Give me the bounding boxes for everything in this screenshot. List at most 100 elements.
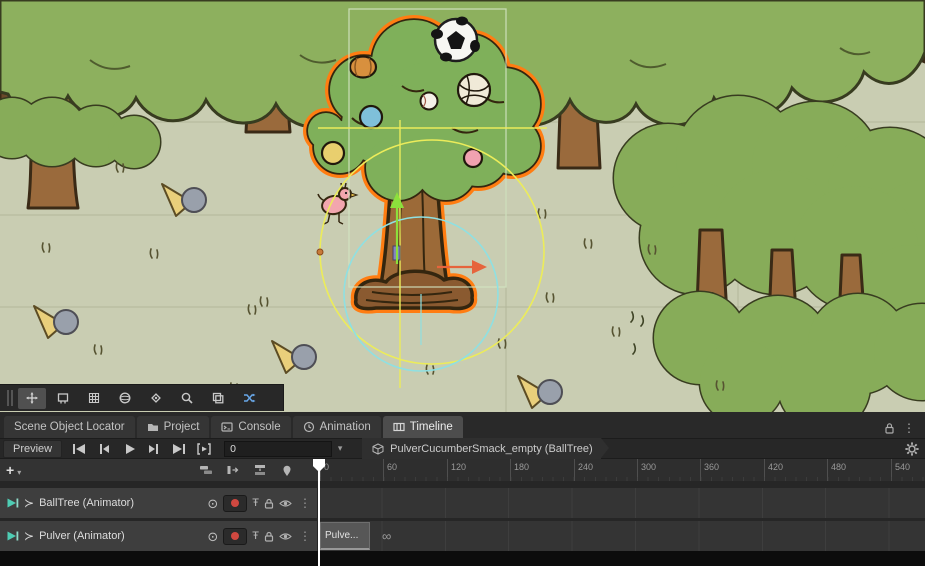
- preview-toggle-button[interactable]: Preview: [3, 440, 62, 458]
- move-tool-button[interactable]: [18, 388, 46, 409]
- orbit-tool-button[interactable]: [111, 388, 139, 409]
- stage-tool-button[interactable]: [49, 388, 77, 409]
- zoom-tool-button[interactable]: [173, 388, 201, 409]
- mix-mode-icon: [199, 464, 213, 476]
- gear-icon[interactable]: [905, 442, 919, 456]
- go-to-start-button[interactable]: [67, 440, 91, 457]
- baseball[interactable]: [421, 93, 438, 110]
- grid-tool-icon: [87, 391, 101, 405]
- object-picker-icon[interactable]: ⊙: [207, 530, 218, 543]
- track-menu-icon[interactable]: ⋮: [297, 530, 313, 542]
- orbit-tool-icon: [118, 391, 132, 405]
- add-track-caret-icon: ▾: [17, 468, 21, 477]
- previous-frame-button[interactable]: [92, 440, 116, 457]
- marker-pin-icon: [281, 464, 293, 477]
- track-header-pulver[interactable]: ≻ Pulver (Animator) ⊙ Ŧ ⋮: [0, 521, 318, 551]
- play-icon: [121, 443, 137, 455]
- animation-track-icon: [6, 497, 19, 509]
- ripple-mode-icon: [226, 464, 240, 476]
- clip-label: Pulve...: [325, 530, 358, 541]
- tab-scene-object-locator[interactable]: Scene Object Locator: [4, 416, 135, 438]
- layers-tool-button[interactable]: [204, 388, 232, 409]
- replace-mode-icon: [253, 464, 267, 476]
- track-row-balltree: ≻ BallTree (Animator) ⊙ Ŧ ⋮: [0, 488, 925, 518]
- object-picker-icon[interactable]: ⊙: [207, 497, 218, 510]
- layers-icon: [211, 391, 225, 405]
- record-button[interactable]: [223, 528, 247, 545]
- play-range-button[interactable]: [192, 440, 216, 457]
- track-offset-icon[interactable]: Ŧ: [252, 531, 259, 542]
- track-row-pulver: ≻ Pulver (Animator) ⊙ Ŧ ⋮ Pulve...: [0, 521, 925, 551]
- tab-timeline[interactable]: Timeline: [383, 416, 463, 438]
- tab-project[interactable]: Project: [137, 416, 210, 438]
- step-forward-icon: [146, 443, 162, 455]
- markers-toggle-button[interactable]: [278, 462, 296, 478]
- avatar-icon: ≻: [24, 530, 34, 542]
- replace-mode-button[interactable]: [251, 462, 269, 478]
- next-frame-button[interactable]: [142, 440, 166, 457]
- loop-infinity-icon: ∞: [382, 529, 391, 544]
- record-dot-icon: [231, 532, 239, 540]
- lock-icon[interactable]: [264, 531, 274, 542]
- skip-start-icon: [71, 443, 87, 455]
- scene-toolbar: [0, 384, 284, 411]
- animation-clip[interactable]: Pulve...: [320, 522, 370, 550]
- gizmo-tool-button[interactable]: [142, 388, 170, 409]
- lock-icon[interactable]: [264, 498, 274, 509]
- current-frame-field[interactable]: 0: [224, 441, 332, 457]
- playhead[interactable]: [318, 459, 320, 566]
- tab-label: Console: [238, 421, 280, 433]
- tab-menu-icon[interactable]: ⋮: [903, 422, 915, 434]
- move-tool-icon: [25, 391, 39, 405]
- grid-tool-button[interactable]: [80, 388, 108, 409]
- scene-canvas[interactable]: [0, 0, 925, 412]
- tab-bar: Scene Object Locator Project Console Ani…: [0, 412, 925, 438]
- clock-icon: [303, 421, 315, 433]
- mix-mode-button[interactable]: [197, 462, 215, 478]
- tab-animation[interactable]: Animation: [293, 416, 381, 438]
- toolbar-drag-handle[interactable]: [5, 390, 15, 406]
- shuffle-tool-button[interactable]: [235, 388, 263, 409]
- avatar-icon: ≻: [24, 497, 34, 509]
- timeline-ruler[interactable]: 0 60 120 180 240 300 360 420 480 540: [318, 459, 925, 481]
- gizmo-tool-icon: [149, 391, 163, 405]
- tab-console[interactable]: Console: [211, 416, 290, 438]
- volleyball[interactable]: [458, 74, 490, 106]
- search-icon: [180, 391, 194, 405]
- preview-label: Preview: [13, 443, 52, 455]
- eye-icon[interactable]: [279, 499, 292, 508]
- tab-label: Timeline: [410, 421, 453, 433]
- track-lane-pulver[interactable]: Pulve... ∞: [318, 521, 925, 551]
- animation-track-icon: [6, 530, 19, 542]
- record-dot-icon: [231, 499, 239, 507]
- timeline-toolbar: Preview: [0, 438, 925, 459]
- tab-label: Project: [164, 421, 200, 433]
- editor-window: Scene Object Locator Project Console Ani…: [0, 0, 925, 566]
- lock-icon[interactable]: [884, 422, 895, 434]
- eye-icon[interactable]: [279, 532, 292, 541]
- go-to-end-button[interactable]: [167, 440, 191, 457]
- record-button[interactable]: [223, 495, 247, 512]
- lemon[interactable]: [322, 142, 344, 164]
- track-offset-icon[interactable]: Ŧ: [252, 498, 259, 509]
- track-lane-balltree[interactable]: [318, 488, 925, 518]
- blue-ball[interactable]: [360, 106, 382, 128]
- play-button[interactable]: [117, 440, 141, 457]
- breadcrumb[interactable]: PulverCucumberSmack_empty (BallTree): [362, 438, 601, 459]
- track-label: Pulver (Animator): [39, 530, 202, 542]
- tab-label: Scene Object Locator: [14, 421, 125, 433]
- track-header-balltree[interactable]: ≻ BallTree (Animator) ⊙ Ŧ ⋮: [0, 488, 318, 518]
- tab-label: Animation: [320, 421, 371, 433]
- skip-end-icon: [171, 443, 187, 455]
- pumpkin[interactable]: [350, 57, 376, 78]
- frame-options-dropdown[interactable]: ▾: [332, 441, 348, 457]
- ripple-mode-button[interactable]: [224, 462, 242, 478]
- add-track-button[interactable]: + ▾: [6, 463, 21, 477]
- pink-ball[interactable]: [464, 149, 482, 167]
- frame-value: 0: [230, 443, 236, 455]
- track-label: BallTree (Animator): [39, 497, 202, 509]
- console-icon: [221, 421, 233, 433]
- timeline-icon: [393, 421, 405, 433]
- track-menu-icon[interactable]: ⋮: [297, 497, 313, 509]
- scene-view[interactable]: [0, 0, 925, 412]
